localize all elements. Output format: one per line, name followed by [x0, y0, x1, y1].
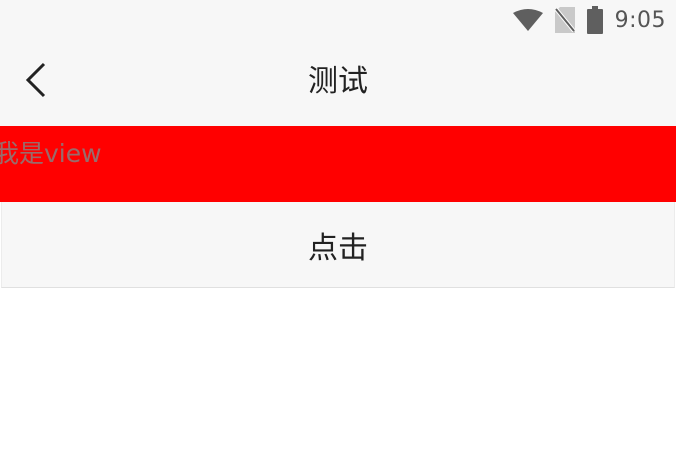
- status-bar: 9:05: [0, 0, 676, 40]
- red-view: 我是view: [0, 126, 676, 202]
- chevron-left-icon: [24, 62, 48, 102]
- click-button[interactable]: 点击: [1, 202, 675, 288]
- red-view-label: 我是view: [0, 139, 102, 168]
- wifi-icon: [512, 9, 543, 31]
- status-time: 9:05: [614, 7, 666, 33]
- back-button[interactable]: [16, 62, 56, 102]
- battery-icon: [586, 6, 603, 34]
- status-icons: 9:05: [512, 6, 666, 34]
- click-button-label: 点击: [308, 230, 368, 266]
- screen: 9:05 测试 我是view 点击: [0, 0, 676, 471]
- app-bar: 测试: [0, 40, 676, 126]
- page-title: 测试: [308, 64, 368, 99]
- no-sim-icon: [554, 7, 575, 33]
